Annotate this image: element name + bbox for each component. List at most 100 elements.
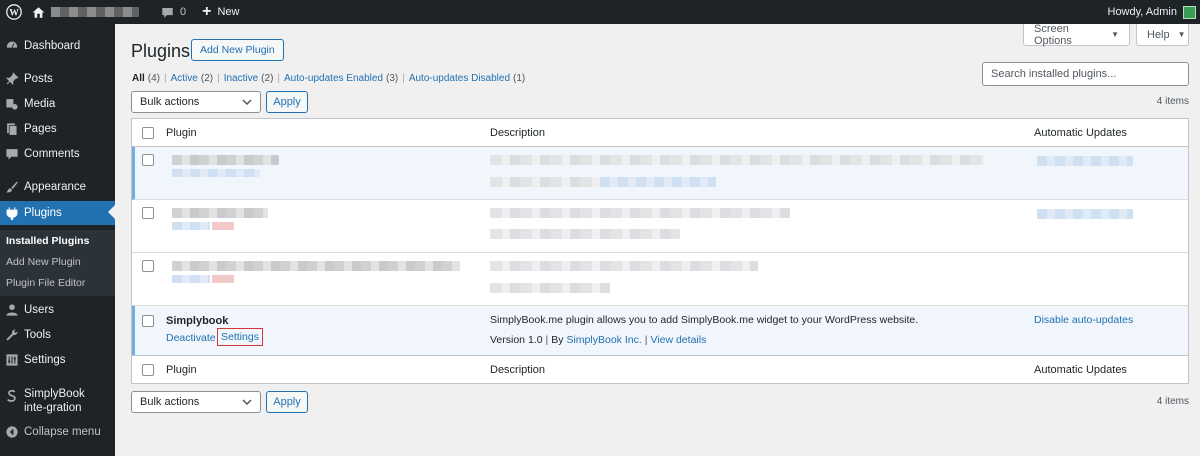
filter-separator: | <box>277 73 281 84</box>
comments-icon <box>5 147 19 161</box>
caret-down-icon: ▼ <box>1177 30 1186 39</box>
caret-down-icon: ▼ <box>1111 30 1119 39</box>
filter-inactive[interactable]: Inactive <box>224 73 258 84</box>
apply-button-top[interactable]: Apply <box>266 91 308 113</box>
settings-link[interactable]: Settings <box>217 328 263 346</box>
table-row-simplybook: Simplybook Deactivate Settings SimplyBoo… <box>132 306 1188 359</box>
admin-bar: W 0 + New Howdy, Admin <box>0 0 1200 24</box>
sidebar-item-label: Pages <box>24 123 57 135</box>
wrench-icon <box>5 328 19 342</box>
admin-bar-comments[interactable]: 0 <box>155 0 192 24</box>
wordpress-logo-icon[interactable]: W <box>2 0 26 24</box>
column-description: Description <box>490 127 546 139</box>
submenu-add-new-plugin[interactable]: Add New Plugin <box>6 256 81 268</box>
filter-active[interactable]: Active <box>171 73 198 84</box>
view-details-link[interactable]: View details <box>650 334 706 346</box>
collapse-icon <box>5 425 19 439</box>
sidebar-item-posts[interactable]: Posts <box>0 68 115 90</box>
sidebar-item-dashboard[interactable]: Dashboard <box>0 35 115 57</box>
site-name-redacted[interactable] <box>51 7 139 17</box>
sidebar-item-pages[interactable]: Pages <box>0 118 115 140</box>
row-checkbox[interactable] <box>142 260 154 272</box>
sidebar-item-label: Media <box>24 98 56 110</box>
plugin-version: Version 1.0 <box>490 334 543 346</box>
sidebar-item-label: Users <box>24 304 55 316</box>
filter-all[interactable]: All <box>132 73 145 84</box>
select-all-checkbox-footer[interactable] <box>142 364 154 376</box>
column-automatic-updates: Automatic Updates <box>1034 364 1127 376</box>
plugin-status-filters: All (4) | Active (2) | Inactive (2) | Auto-… <box>132 73 525 84</box>
table-header: Plugin Description Automatic Updates <box>132 119 1188 147</box>
sidebar-item-plugins[interactable]: Plugins <box>0 201 115 225</box>
redacted-auto-update <box>1037 209 1133 219</box>
plugin-description: SimplyBook.me plugin allows you to add S… <box>490 314 919 326</box>
sidebar-item-settings[interactable]: Settings <box>0 349 115 371</box>
submenu-installed-plugins[interactable]: Installed Plugins <box>6 235 89 247</box>
media-icon <box>5 97 19 111</box>
howdy-label: Howdy, Admin <box>1107 6 1178 18</box>
filter-auto-updates-disabled[interactable]: Auto-updates Disabled <box>409 73 510 84</box>
settings-icon <box>5 353 19 367</box>
row-checkbox[interactable] <box>142 207 154 219</box>
chevron-down-icon <box>242 399 252 406</box>
sidebar-item-users[interactable]: Users <box>0 299 115 321</box>
deactivate-link[interactable]: Deactivate <box>166 332 216 344</box>
redacted-description <box>490 155 984 165</box>
help-button[interactable]: Help ▼ <box>1136 24 1189 46</box>
sidebar-item-label: SimplyBook inte-gration <box>24 388 85 414</box>
help-label: Help <box>1147 28 1170 41</box>
sidebar-item-simplybook[interactable]: SimplyBook inte-gration <box>0 387 115 421</box>
bulk-actions-select-bottom[interactable]: Bulk actions <box>131 391 261 413</box>
plus-icon: + <box>202 3 212 20</box>
collapse-menu-button[interactable]: Collapse menu <box>0 421 115 443</box>
bulk-actions-select-top[interactable]: Bulk actions <box>131 91 261 113</box>
plugin-icon <box>5 206 19 220</box>
plugin-by: By <box>551 334 564 346</box>
filter-count: (2) <box>261 73 274 84</box>
search-plugins-input[interactable]: Search installed plugins... <box>982 62 1189 86</box>
apply-button-bottom[interactable]: Apply <box>266 391 308 413</box>
column-plugin: Plugin <box>166 364 197 376</box>
redacted-description <box>490 208 790 218</box>
redacted-meta <box>490 177 600 187</box>
redacted-meta <box>490 283 610 293</box>
admin-bar-account[interactable]: Howdy, Admin <box>1102 0 1200 24</box>
row-checkbox[interactable] <box>142 315 154 327</box>
svg-text:W: W <box>9 8 19 19</box>
plugin-meta: Version 1.0 | By SimplyBook Inc. | View deta… <box>490 334 707 346</box>
select-all-checkbox[interactable] <box>142 127 154 139</box>
redacted-meta <box>490 229 680 239</box>
row-checkbox[interactable] <box>142 154 154 166</box>
comment-icon <box>162 7 173 18</box>
sidebar-item-comments[interactable]: Comments <box>0 143 115 165</box>
sidebar-item-tools[interactable]: Tools <box>0 324 115 346</box>
screen-options-button[interactable]: Screen Options ▼ <box>1023 23 1130 47</box>
sidebar-item-label: Settings <box>24 354 66 366</box>
submenu-plugin-file-editor[interactable]: Plugin File Editor <box>6 277 85 289</box>
sidebar-item-label: Collapse menu <box>24 426 101 438</box>
sidebar-item-appearance[interactable]: Appearance <box>0 176 115 198</box>
table-row <box>132 147 1188 200</box>
sidebar-item-label: Appearance <box>24 181 87 193</box>
sidebar-item-media[interactable]: Media <box>0 93 115 115</box>
redacted-description <box>490 261 758 271</box>
filter-count: (2) <box>200 73 214 84</box>
sidebar-item-label: Comments <box>24 148 80 160</box>
disable-auto-updates-link[interactable]: Disable auto-updates <box>1034 314 1133 326</box>
column-automatic-updates: Automatic Updates <box>1034 127 1127 139</box>
bulk-actions-label: Bulk actions <box>140 396 200 408</box>
items-count-bottom: 4 items <box>1156 396 1189 407</box>
plugins-table: Plugin Description Automatic Updates Sim… <box>131 118 1189 384</box>
avatar <box>1183 5 1196 19</box>
home-icon[interactable] <box>26 0 145 24</box>
pages-icon <box>5 122 19 136</box>
redacted-auto-update <box>1037 156 1133 166</box>
bulk-actions-label: Bulk actions <box>140 96 200 108</box>
add-new-plugin-button[interactable]: Add New Plugin <box>191 39 284 61</box>
table-row <box>132 200 1188 253</box>
filter-auto-updates-enabled[interactable]: Auto-updates Enabled <box>284 73 383 84</box>
admin-bar-new[interactable]: + New <box>196 0 245 24</box>
sidebar-item-label: Posts <box>24 73 53 85</box>
author-link[interactable]: SimplyBook Inc. <box>566 334 641 346</box>
filter-separator: | <box>164 73 167 84</box>
